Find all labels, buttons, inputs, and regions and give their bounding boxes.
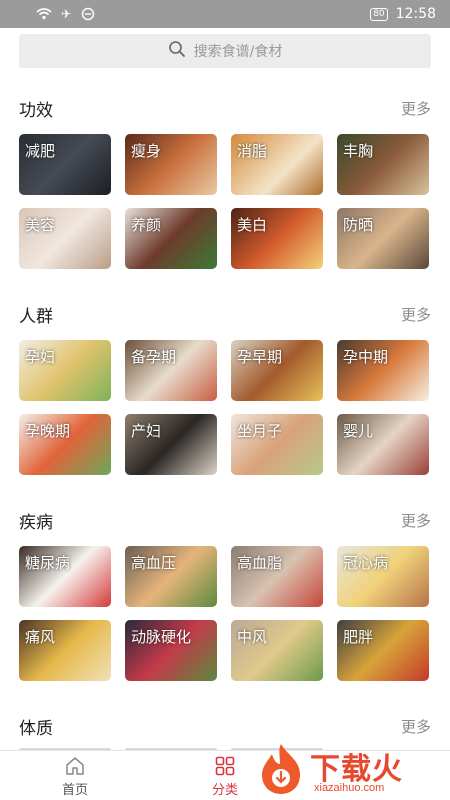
category-tile[interactable]: 美白	[231, 208, 323, 269]
more-link[interactable]: 更多	[401, 304, 431, 325]
tile-label: 减肥	[25, 142, 56, 160]
tile-label: 备孕期	[131, 348, 177, 366]
tab-home[interactable]: 首页	[40, 755, 110, 798]
data-saver-icon	[80, 7, 96, 21]
tile-label: 孕晚期	[25, 422, 71, 440]
category-tile[interactable]: 坐月子	[231, 414, 323, 475]
section-disease: 疾病 更多 糖尿病 高血压 高血脂 冠心病 痛风 动脉硬化 中风 肥胖	[0, 508, 450, 688]
tab-category[interactable]: 分类	[190, 755, 260, 798]
tile-label: 孕中期	[343, 348, 389, 366]
category-tile[interactable]: 肥胖	[337, 620, 429, 681]
category-tile[interactable]: 防晒	[337, 208, 429, 269]
watermark-domain: xiazaihuo.com	[314, 782, 385, 794]
tab-category-label: 分类	[211, 783, 238, 798]
tile-label: 中风	[237, 628, 268, 646]
category-tile[interactable]: 消脂	[231, 134, 323, 195]
tile-label: 瘦身	[131, 142, 162, 160]
category-tile[interactable]: 孕早期	[231, 340, 323, 401]
tile-label: 高血脂	[237, 554, 283, 572]
category-tile[interactable]: 美容	[19, 208, 111, 269]
section-title: 功效	[19, 101, 53, 121]
tile-label: 痛风	[25, 628, 56, 646]
tile-label: 孕妇	[25, 348, 56, 366]
tile-label: 防晒	[343, 216, 374, 234]
wifi-icon	[36, 7, 52, 21]
status-bar: ✈ 80 12:58	[0, 0, 450, 28]
airplane-icon: ✈	[60, 7, 72, 21]
search-input[interactable]: 搜索食谱/食材	[19, 34, 431, 68]
category-tile[interactable]: 婴儿	[337, 414, 429, 475]
tile-label: 坐月子	[237, 422, 283, 440]
watermark-logo: 下载火 xiazaihuo.com	[254, 740, 444, 798]
category-tile[interactable]: 减肥	[19, 134, 111, 195]
tile-label: 肥胖	[343, 628, 374, 646]
category-tile[interactable]: 高血脂	[231, 546, 323, 607]
tile-label: 消脂	[237, 142, 268, 160]
tile-label: 丰胸	[343, 142, 374, 160]
category-tile[interactable]: 痛风	[19, 620, 111, 681]
section-title: 疾病	[19, 513, 53, 533]
tile-label: 高血压	[131, 554, 177, 572]
tile-label: 糖尿病	[25, 554, 71, 572]
category-tile[interactable]: 孕晚期	[19, 414, 111, 475]
clock: 12:58	[395, 6, 436, 22]
section-title: 人群	[19, 307, 53, 327]
tile-label: 美容	[25, 216, 56, 234]
category-tile[interactable]: 孕妇	[19, 340, 111, 401]
category-tile[interactable]: 产妇	[125, 414, 217, 475]
more-link[interactable]: 更多	[401, 716, 431, 737]
category-tile[interactable]: 糖尿病	[19, 546, 111, 607]
battery-icon: 80	[370, 7, 388, 21]
category-tile[interactable]: 养颜	[125, 208, 217, 269]
category-tile[interactable]: 瘦身	[125, 134, 217, 195]
tile-label: 动脉硬化	[131, 628, 192, 646]
tile-label: 孕早期	[237, 348, 283, 366]
tab-home-label: 首页	[61, 783, 88, 798]
tile-label: 养颜	[131, 216, 162, 234]
category-tile[interactable]: 备孕期	[125, 340, 217, 401]
section-efficacy: 功效 更多 减肥 瘦身 消脂 丰胸 美容 养颜 美白 防晒	[0, 96, 450, 276]
tile-label: 美白	[237, 216, 268, 234]
category-tile[interactable]: 高血压	[125, 546, 217, 607]
search-icon	[168, 40, 186, 62]
section-population: 人群 更多 孕妇 备孕期 孕早期 孕中期 孕晚期 产妇 坐月子 婴儿	[0, 302, 450, 482]
category-tile[interactable]: 动脉硬化	[125, 620, 217, 681]
search-placeholder: 搜索食谱/食材	[193, 44, 283, 60]
category-tile[interactable]: 冠心病	[337, 546, 429, 607]
more-link[interactable]: 更多	[401, 510, 431, 531]
category-tile[interactable]: 孕中期	[337, 340, 429, 401]
more-link[interactable]: 更多	[401, 98, 431, 119]
category-tile[interactable]: 丰胸	[337, 134, 429, 195]
category-tile[interactable]: 中风	[231, 620, 323, 681]
tile-label: 婴儿	[343, 422, 374, 440]
tile-label: 冠心病	[343, 554, 389, 572]
section-title: 体质	[19, 719, 53, 739]
grid-icon	[214, 755, 236, 777]
home-icon	[64, 755, 86, 777]
tile-label: 产妇	[131, 422, 162, 440]
flame-icon	[256, 742, 306, 796]
